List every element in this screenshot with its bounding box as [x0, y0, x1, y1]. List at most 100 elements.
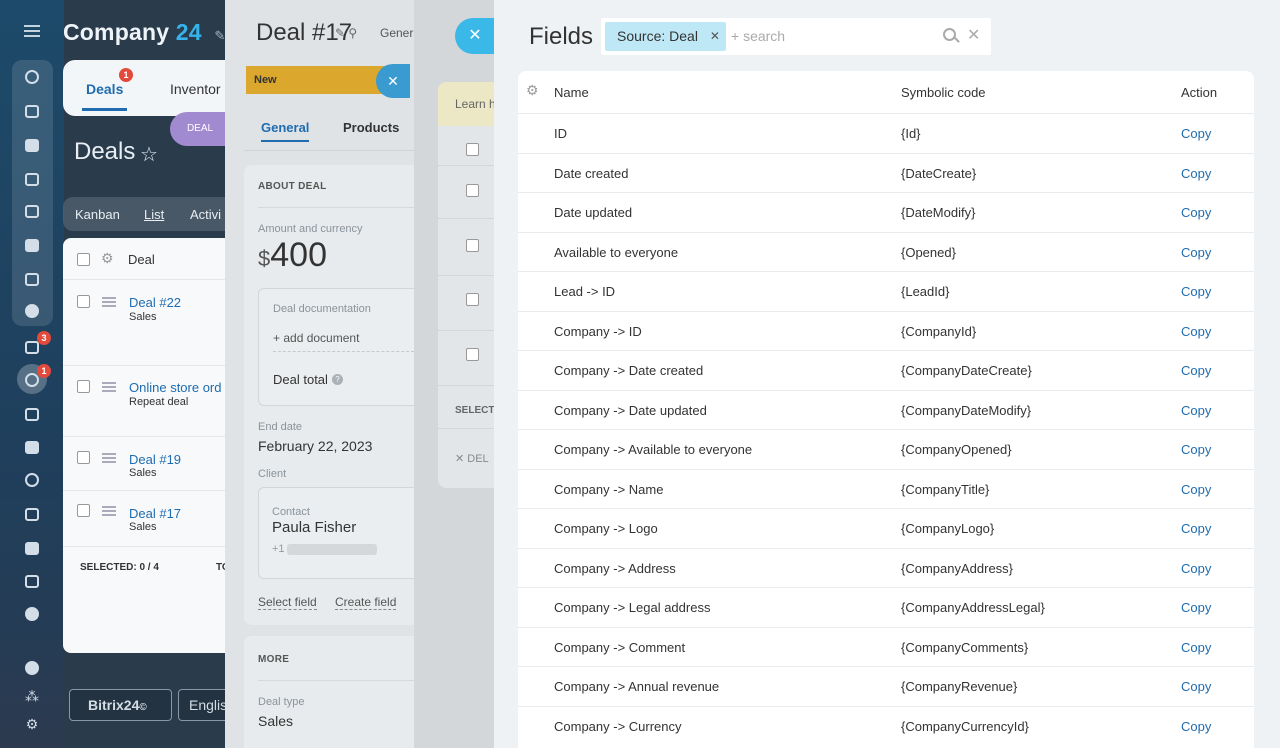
- copy-link[interactable]: Copy: [1181, 166, 1211, 181]
- search-icon[interactable]: [943, 28, 956, 41]
- row-drag-icon[interactable]: [102, 453, 116, 463]
- search-box[interactable]: Source: Deal ✕ + search ✕: [601, 18, 991, 55]
- mid-checkbox[interactable]: [466, 184, 479, 197]
- copy-link[interactable]: Copy: [1181, 640, 1211, 655]
- row-drag-icon[interactable]: [102, 382, 116, 392]
- select-all-checkbox[interactable]: [77, 253, 90, 266]
- deal-link[interactable]: Deal #19: [129, 452, 181, 467]
- tasks-board-icon[interactable]: [22, 100, 42, 120]
- field-code: {CompanyOpened}: [901, 442, 1012, 457]
- field-code: {CompanyDateCreate}: [901, 363, 1032, 378]
- copy-link[interactable]: Copy: [1181, 284, 1211, 299]
- copy-link[interactable]: Copy: [1181, 521, 1211, 536]
- deal-pill[interactable]: DEAL: [170, 112, 230, 146]
- copy-link[interactable]: Copy: [1181, 719, 1211, 734]
- list-settings-gear-icon[interactable]: ⚙: [101, 250, 114, 267]
- edit-icon[interactable]: ✎ ⚲: [335, 26, 357, 40]
- tab-inventory[interactable]: Inventor: [170, 81, 221, 97]
- contact-card-icon[interactable]: [22, 503, 42, 523]
- add-document-link[interactable]: + add document: [273, 331, 359, 345]
- calendar-icon[interactable]: [22, 168, 42, 188]
- source-filter-chip[interactable]: Source: Deal ✕: [605, 22, 726, 51]
- tab-products[interactable]: Products: [343, 120, 399, 135]
- row-checkbox[interactable]: [77, 380, 90, 393]
- more-chevron-icon[interactable]: [22, 603, 42, 623]
- row-drag-icon[interactable]: [102, 297, 116, 307]
- stage-new[interactable]: New: [246, 66, 386, 94]
- chip-remove-icon[interactable]: ✕: [710, 22, 720, 51]
- brand-label: Bitrix24: [88, 697, 140, 713]
- bank-icon[interactable]: [22, 403, 42, 423]
- view-activities[interactable]: Activi: [190, 207, 221, 222]
- mid-checkbox[interactable]: [466, 239, 479, 252]
- contact-name[interactable]: Paula Fisher: [272, 519, 356, 536]
- deal-category: Sales: [129, 311, 157, 323]
- cart-icon[interactable]: [22, 436, 42, 456]
- structure-icon[interactable]: ⁂: [22, 686, 42, 706]
- row-drag-icon[interactable]: [102, 506, 116, 516]
- copy-link[interactable]: Copy: [1181, 442, 1211, 457]
- column-deal: Deal: [128, 252, 155, 267]
- field-code: {CompanyCurrencyId}: [901, 718, 1029, 734]
- view-list[interactable]: List: [144, 207, 164, 222]
- row-checkbox[interactable]: [77, 504, 90, 517]
- mail-icon[interactable]: [22, 268, 42, 288]
- drive-icon[interactable]: [22, 234, 42, 254]
- field-code: {LeadId}: [901, 284, 950, 299]
- tab-general[interactable]: General: [261, 120, 310, 142]
- copy-link[interactable]: Copy: [1181, 205, 1211, 220]
- clear-search-icon[interactable]: ✕: [967, 25, 980, 45]
- create-field-link[interactable]: Create field: [335, 595, 397, 610]
- document-icon[interactable]: [22, 200, 42, 220]
- end-date-label: End date: [258, 421, 303, 433]
- target-icon[interactable]: [22, 469, 42, 489]
- copy-link[interactable]: Copy: [1181, 363, 1211, 378]
- deal-link[interactable]: Online store ord: [129, 380, 222, 395]
- column-action: Action: [1181, 85, 1218, 100]
- copy-link[interactable]: Copy: [1181, 679, 1211, 694]
- field-name: ID: [554, 126, 567, 141]
- employees-icon[interactable]: [22, 300, 42, 320]
- help-icon[interactable]: ?: [332, 374, 343, 385]
- deal-link[interactable]: Deal #17: [129, 506, 181, 521]
- mid-checkbox[interactable]: [466, 348, 479, 361]
- close-icon[interactable]: ✕: [376, 64, 410, 98]
- field-name: Company -> Date created: [554, 363, 704, 378]
- deal-link[interactable]: Deal #22: [129, 295, 181, 310]
- mid-checkbox[interactable]: [466, 293, 479, 306]
- close-slider-button[interactable]: ✕: [455, 18, 495, 54]
- search-input[interactable]: + search: [731, 28, 785, 44]
- tab-deals[interactable]: Deals: [81, 81, 128, 111]
- mid-delete[interactable]: ✕ DEL: [455, 452, 489, 465]
- select-field-link[interactable]: Select field: [258, 595, 317, 610]
- row-checkbox[interactable]: [77, 295, 90, 308]
- chat-icon[interactable]: [22, 134, 42, 154]
- copy-link[interactable]: Copy: [1181, 324, 1211, 339]
- row-checkbox[interactable]: [77, 451, 90, 464]
- deal-category: Repeat deal: [129, 396, 189, 408]
- bitrix24-logo-button[interactable]: Bitrix24©: [69, 689, 172, 721]
- view-kanban[interactable]: Kanban: [75, 207, 120, 222]
- copy-link[interactable]: Copy: [1181, 600, 1211, 615]
- copy-link[interactable]: Copy: [1181, 245, 1211, 260]
- field-name: Company -> Annual revenue: [554, 679, 720, 694]
- copy-link[interactable]: Copy: [1181, 126, 1211, 141]
- robot-icon[interactable]: [22, 537, 42, 557]
- table-row: Company -> Name {CompanyTitle} Copy: [518, 468, 1254, 509]
- help-icon[interactable]: [22, 657, 42, 677]
- feed-icon[interactable]: [22, 66, 42, 86]
- star-icon[interactable]: ☆: [140, 142, 158, 167]
- edit-pencil-icon[interactable]: ✎: [214, 28, 225, 43]
- phone-prefix: +1: [272, 543, 285, 555]
- box-icon[interactable]: [22, 570, 42, 590]
- menu-icon[interactable]: [24, 25, 40, 37]
- field-name: Company -> Address: [554, 560, 676, 576]
- copy-link[interactable]: Copy: [1181, 482, 1211, 497]
- mid-checkbox[interactable]: [466, 143, 479, 156]
- table-row: Company -> Currency {CompanyCurrencyId} Co…: [518, 705, 1254, 746]
- settings-gear-icon[interactable]: ⚙: [22, 714, 42, 734]
- field-name: Company -> ID: [554, 323, 642, 339]
- copy-link[interactable]: Copy: [1181, 561, 1211, 576]
- copy-link[interactable]: Copy: [1181, 403, 1211, 418]
- table-settings-gear-icon[interactable]: ⚙: [526, 83, 540, 97]
